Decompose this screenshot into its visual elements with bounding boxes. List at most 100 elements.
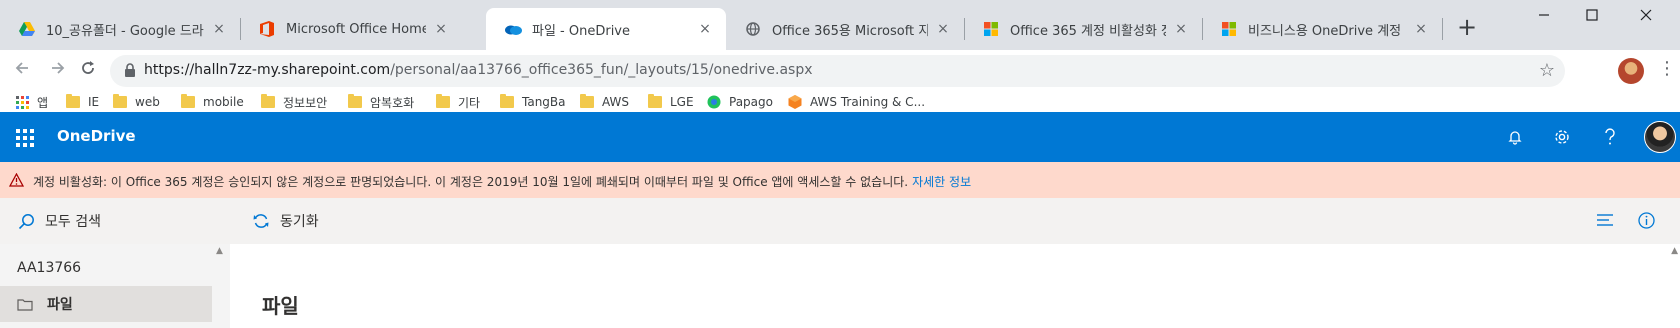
tab-title: 파일 - OneDrive bbox=[532, 23, 631, 39]
bookmark-label: 정보보안 bbox=[283, 95, 328, 110]
bookmark-label: Papago bbox=[729, 95, 773, 109]
close-icon[interactable]: × bbox=[432, 21, 450, 37]
app-launcher-icon[interactable] bbox=[16, 129, 34, 147]
folder-icon bbox=[66, 94, 80, 108]
lock-icon bbox=[124, 63, 136, 82]
bookmark-folder[interactable]: 기타 bbox=[436, 92, 480, 112]
tab-title: 비즈니스용 OneDrive 계정 비활성 bbox=[1248, 23, 1406, 39]
page-title: 파일 bbox=[262, 294, 299, 318]
info-pane-icon[interactable] bbox=[1638, 212, 1655, 229]
nav-item-label: 파일 bbox=[47, 297, 73, 313]
folder-icon bbox=[500, 94, 514, 108]
tab-onedrive-business-deactivation[interactable]: 비즈니스용 OneDrive 계정 비활성 × bbox=[1202, 8, 1442, 50]
sync-label: 동기화 bbox=[280, 214, 319, 230]
microsoft-icon bbox=[982, 20, 1000, 38]
bookmark-folder[interactable]: web bbox=[113, 92, 160, 112]
main-content: 파일 ▲ bbox=[230, 244, 1680, 328]
bookmark-label: 앱 bbox=[37, 95, 49, 110]
app-brand[interactable]: OneDrive bbox=[57, 127, 136, 145]
new-tab-button[interactable]: + bbox=[1452, 12, 1482, 42]
url-text: https://halln7zz-my.sharepoint.com/perso… bbox=[144, 62, 813, 78]
folder-icon bbox=[580, 94, 594, 108]
reload-icon[interactable] bbox=[76, 59, 100, 83]
bookmark-label: TangBa bbox=[522, 95, 566, 109]
notifications-bell-icon[interactable] bbox=[1502, 124, 1528, 150]
bookmark-apps[interactable]: 앱 bbox=[16, 92, 48, 112]
alert-message: 계정 비활성화: 이 Office 365 계정은 승인되지 않은 계정으로 판… bbox=[33, 173, 971, 190]
tab-onedrive[interactable]: 파일 - OneDrive × bbox=[486, 8, 726, 50]
folder-icon bbox=[348, 94, 362, 108]
tab-title: Office 365용 Microsoft 지원 및 bbox=[772, 23, 928, 39]
bookmark-label: 암복호화 bbox=[370, 95, 415, 110]
folder-outline-icon bbox=[17, 298, 33, 311]
sync-button[interactable]: 동기화 bbox=[252, 211, 319, 231]
folder-icon bbox=[648, 94, 662, 108]
url-path: /personal/aa13766_office365_fun/_layouts… bbox=[390, 62, 813, 78]
url-host: https://halln7zz-my.sharepoint.com bbox=[144, 62, 391, 78]
maximize-icon[interactable] bbox=[1568, 0, 1616, 32]
learn-more-link[interactable]: 자세한 정보 bbox=[912, 175, 971, 189]
alert-text: 계정 비활성화: 이 Office 365 계정은 승인되지 않은 계정으로 판… bbox=[33, 175, 909, 189]
tab-title: Microsoft Office Home bbox=[286, 21, 426, 37]
folder-icon bbox=[261, 94, 275, 108]
tab-office365-support[interactable]: Office 365용 Microsoft 지원 및 × bbox=[726, 8, 964, 50]
nav-item-files[interactable]: 파일 bbox=[0, 286, 212, 322]
settings-gear-icon[interactable] bbox=[1549, 124, 1575, 150]
tab-google-drive[interactable]: 10_공유폴더 - Google 드라이브 × bbox=[0, 8, 240, 50]
left-navigation: AA13766 ▲ 파일 bbox=[0, 244, 230, 328]
browser-menu-icon[interactable]: ⋮ bbox=[1658, 58, 1676, 79]
bookmark-papago[interactable]: Papago bbox=[707, 92, 773, 112]
globe-icon bbox=[744, 20, 762, 38]
search-icon bbox=[18, 213, 35, 230]
microsoft-icon bbox=[1220, 20, 1238, 38]
bookmark-folder[interactable]: IE bbox=[66, 92, 99, 112]
account-deactivation-alert: 계정 비활성화: 이 Office 365 계정은 승인되지 않은 계정으로 판… bbox=[0, 162, 1680, 198]
close-icon[interactable]: × bbox=[1172, 21, 1190, 37]
view-options-icon[interactable] bbox=[1597, 213, 1613, 227]
bookmark-label: web bbox=[135, 95, 160, 109]
close-icon[interactable]: × bbox=[934, 21, 952, 37]
aws-icon bbox=[788, 95, 802, 109]
tab-account-deactivation-info[interactable]: Office 365 계정 비활성화 정보 - × bbox=[964, 8, 1202, 50]
tab-separator bbox=[1442, 18, 1443, 40]
tab-title: Office 365 계정 비활성화 정보 - bbox=[1010, 23, 1166, 39]
bookmark-label: mobile bbox=[203, 95, 244, 109]
command-bar: 모두 검색 동기화 bbox=[0, 198, 1680, 244]
forward-arrow-icon[interactable] bbox=[46, 59, 70, 83]
minimize-icon[interactable] bbox=[1520, 0, 1568, 32]
bookmark-label: 기타 bbox=[458, 95, 481, 110]
browser-tab-strip: 10_공유폴더 - Google 드라이브 × Microsoft Office… bbox=[0, 0, 1680, 50]
bookmark-aws-training[interactable]: AWS Training & C... bbox=[788, 92, 925, 112]
bookmark-folder[interactable]: TangBa bbox=[500, 92, 566, 112]
bookmark-folder[interactable]: 암복호화 bbox=[348, 92, 414, 112]
search-everything-button[interactable]: 모두 검색 bbox=[18, 211, 101, 231]
window-close-icon[interactable] bbox=[1622, 0, 1670, 32]
browser-profile-avatar[interactable] bbox=[1618, 58, 1644, 84]
close-icon[interactable]: × bbox=[1412, 21, 1430, 37]
warning-triangle-icon bbox=[8, 172, 25, 191]
bookmark-folder[interactable]: AWS bbox=[580, 92, 629, 112]
folder-icon bbox=[113, 94, 127, 108]
user-avatar[interactable] bbox=[1644, 121, 1676, 153]
papago-icon bbox=[707, 95, 721, 109]
address-bar[interactable]: https://halln7zz-my.sharepoint.com/perso… bbox=[110, 55, 1565, 87]
scroll-up-icon[interactable]: ▲ bbox=[216, 246, 223, 256]
bookmark-label: IE bbox=[88, 95, 100, 109]
help-icon[interactable] bbox=[1597, 124, 1623, 150]
bookmark-folder[interactable]: 정보보안 bbox=[261, 92, 327, 112]
bookmark-label: LGE bbox=[670, 95, 694, 109]
bookmark-label: AWS Training & C... bbox=[810, 95, 926, 109]
close-icon[interactable]: × bbox=[696, 21, 714, 37]
tab-office-home[interactable]: Microsoft Office Home × bbox=[240, 8, 462, 50]
scroll-up-icon[interactable]: ▲ bbox=[1671, 246, 1678, 256]
close-icon[interactable]: × bbox=[210, 21, 228, 37]
bookmark-star-icon[interactable]: ☆ bbox=[1539, 60, 1555, 81]
bookmark-folder[interactable]: mobile bbox=[181, 92, 244, 112]
back-arrow-icon[interactable] bbox=[10, 59, 34, 83]
office-icon bbox=[258, 20, 276, 38]
folder-icon bbox=[436, 94, 450, 108]
search-label: 모두 검색 bbox=[45, 214, 101, 230]
onedrive-icon bbox=[504, 20, 522, 38]
google-drive-icon bbox=[18, 20, 36, 38]
bookmark-folder[interactable]: LGE bbox=[648, 92, 694, 112]
